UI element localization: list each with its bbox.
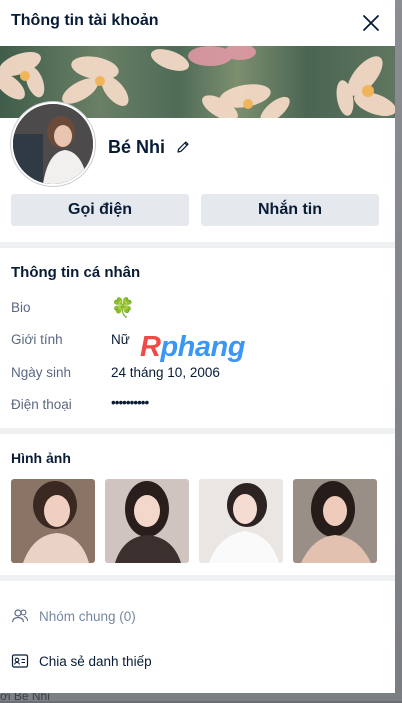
dialog-header: Thông tin tài khoản — [0, 0, 395, 46]
section-divider — [0, 575, 395, 581]
personal-info-title: Thông tin cá nhân — [11, 264, 141, 281]
account-info-dialog: Thông tin tài khoản Bé Nhi Gọi điện Nhắn… — [0, 0, 395, 693]
users-icon — [11, 609, 29, 623]
dialog-title: Thông tin tài khoản — [11, 12, 159, 29]
call-button[interactable]: Gọi điện — [11, 194, 189, 226]
share-contact-label: Chia sẻ danh thiếp — [39, 653, 152, 669]
phone-value: •••••••••• — [111, 395, 149, 410]
gender-label: Giới tính — [11, 332, 63, 347]
close-button[interactable] — [356, 8, 386, 38]
photo-4-image — [293, 479, 377, 563]
avatar-photo — [13, 104, 93, 184]
backdrop-panel — [395, 0, 402, 701]
photo-1-image — [11, 479, 95, 563]
watermark-logo: Rphang — [140, 331, 245, 364]
bio-value: 🍀 — [111, 298, 135, 319]
section-divider — [0, 428, 395, 434]
birthday-value: 24 tháng 10, 2006 — [111, 365, 220, 380]
gender-value: Nữ — [111, 332, 130, 347]
phone-label: Điện thoại — [11, 397, 72, 412]
photo-thumbnail[interactable] — [105, 479, 189, 563]
profile-name: Bé Nhi — [108, 136, 166, 157]
photos-title: Hình ảnh — [11, 450, 71, 466]
photo-2-image — [105, 479, 189, 563]
bio-label: Bio — [11, 300, 31, 315]
close-icon — [363, 15, 379, 31]
pencil-icon[interactable] — [175, 139, 191, 155]
avatar[interactable] — [11, 102, 95, 186]
common-groups-label: Nhóm chung (0) — [39, 608, 136, 624]
photo-thumbnail[interactable] — [11, 479, 95, 563]
birthday-label: Ngày sinh — [11, 365, 72, 380]
message-button[interactable]: Nhắn tin — [201, 194, 379, 226]
backdrop-bottom — [0, 693, 402, 701]
profile-name-row: Bé Nhi — [108, 136, 191, 158]
contact-card-icon — [11, 654, 29, 668]
watermark-first-letter: R — [140, 331, 161, 363]
photo-thumbnail[interactable] — [293, 479, 377, 563]
photo-3-image — [199, 479, 283, 563]
photo-thumbnail[interactable] — [199, 479, 283, 563]
watermark-rest: phang — [160, 331, 245, 363]
section-divider — [0, 242, 395, 248]
share-contact-row[interactable]: Chia sẻ danh thiếp — [11, 651, 152, 671]
common-groups-row[interactable]: Nhóm chung (0) — [11, 606, 136, 626]
